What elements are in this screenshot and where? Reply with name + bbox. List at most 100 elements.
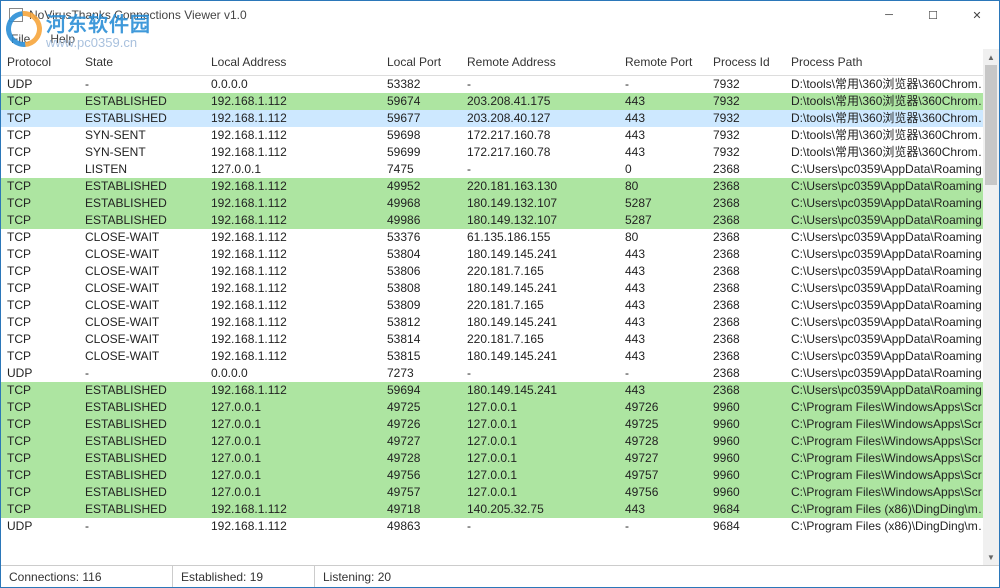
col-state[interactable]: State bbox=[79, 49, 205, 76]
table-row[interactable]: TCPESTABLISHED127.0.0.149726127.0.0.1497… bbox=[1, 416, 999, 433]
cell-lport: 53806 bbox=[381, 263, 461, 280]
cell-lport: 53808 bbox=[381, 280, 461, 297]
cell-lport: 53812 bbox=[381, 314, 461, 331]
table-row[interactable]: TCPCLOSE-WAIT192.168.1.11253812180.149.1… bbox=[1, 314, 999, 331]
table-row[interactable]: UDP-192.168.1.11249863--9684C:\Program F… bbox=[1, 518, 999, 535]
cell-state: ESTABLISHED bbox=[79, 450, 205, 467]
table-row[interactable]: TCPCLOSE-WAIT192.168.1.1125337661.135.18… bbox=[1, 229, 999, 246]
cell-rport: 443 bbox=[619, 382, 707, 399]
scroll-down-icon[interactable]: ▼ bbox=[983, 549, 999, 565]
col-process-path[interactable]: Process Path bbox=[785, 49, 999, 76]
cell-laddr: 192.168.1.112 bbox=[205, 382, 381, 399]
cell-laddr: 127.0.0.1 bbox=[205, 467, 381, 484]
cell-raddr: 61.135.186.155 bbox=[461, 229, 619, 246]
vertical-scrollbar[interactable]: ▲ ▼ bbox=[983, 49, 999, 565]
table-row[interactable]: TCPCLOSE-WAIT192.168.1.11253806220.181.7… bbox=[1, 263, 999, 280]
table-row[interactable]: TCPCLOSE-WAIT192.168.1.11253814220.181.7… bbox=[1, 331, 999, 348]
table-row[interactable]: TCPCLOSE-WAIT192.168.1.11253809220.181.7… bbox=[1, 297, 999, 314]
cell-path: C:\Users\pc0359\AppData\Roaming\baidu\Ba… bbox=[785, 382, 999, 399]
cell-state: ESTABLISHED bbox=[79, 110, 205, 127]
cell-laddr: 127.0.0.1 bbox=[205, 433, 381, 450]
col-local-port[interactable]: Local Port bbox=[381, 49, 461, 76]
close-button[interactable]: ✕ bbox=[955, 1, 999, 29]
table-row[interactable]: TCPLISTEN127.0.0.17475-02368C:\Users\pc0… bbox=[1, 161, 999, 178]
table-row[interactable]: TCPESTABLISHED127.0.0.149728127.0.0.1497… bbox=[1, 450, 999, 467]
cell-proto: TCP bbox=[1, 433, 79, 450]
cell-raddr: 220.181.163.130 bbox=[461, 178, 619, 195]
scroll-track[interactable] bbox=[983, 65, 999, 549]
cell-pid: 7932 bbox=[707, 127, 785, 144]
cell-raddr: 127.0.0.1 bbox=[461, 416, 619, 433]
cell-proto: TCP bbox=[1, 195, 79, 212]
cell-path: D:\tools\常用\360浏览器\360Chrome\Chrome... bbox=[785, 76, 999, 94]
cell-state: - bbox=[79, 518, 205, 535]
table-row[interactable]: TCPSYN-SENT192.168.1.11259699172.217.160… bbox=[1, 144, 999, 161]
cell-lport: 53382 bbox=[381, 76, 461, 94]
cell-raddr: 172.217.160.78 bbox=[461, 127, 619, 144]
table-row[interactable]: UDP-0.0.0.053382--7932D:\tools\常用\360浏览器… bbox=[1, 76, 999, 94]
cell-path: C:\Program Files (x86)\DingDing\main\cur… bbox=[785, 501, 999, 518]
col-process-id[interactable]: Process Id bbox=[707, 49, 785, 76]
titlebar[interactable]: NoVirusThanks Connections Viewer v1.0 ─ … bbox=[1, 1, 999, 29]
cell-proto: TCP bbox=[1, 127, 79, 144]
minimize-button[interactable]: ─ bbox=[867, 1, 911, 29]
table-row[interactable]: TCPESTABLISHED192.168.1.11249718140.205.… bbox=[1, 501, 999, 518]
cell-pid: 9684 bbox=[707, 501, 785, 518]
table-header-row: Protocol State Local Address Local Port … bbox=[1, 49, 999, 76]
cell-proto: TCP bbox=[1, 161, 79, 178]
scroll-thumb[interactable] bbox=[985, 65, 997, 185]
cell-proto: TCP bbox=[1, 246, 79, 263]
cell-path: C:\Users\pc0359\AppData\Roaming\baidu\Ba… bbox=[785, 263, 999, 280]
cell-state: ESTABLISHED bbox=[79, 399, 205, 416]
cell-laddr: 192.168.1.112 bbox=[205, 195, 381, 212]
cell-state: ESTABLISHED bbox=[79, 433, 205, 450]
cell-rport: 443 bbox=[619, 501, 707, 518]
table-row[interactable]: TCPCLOSE-WAIT192.168.1.11253804180.149.1… bbox=[1, 246, 999, 263]
cell-path: C:\Program Files\WindowsApps\Screenovate… bbox=[785, 399, 999, 416]
table-row[interactable]: TCPCLOSE-WAIT192.168.1.11253808180.149.1… bbox=[1, 280, 999, 297]
cell-lport: 49725 bbox=[381, 399, 461, 416]
table-row[interactable]: TCPESTABLISHED192.168.1.11259677203.208.… bbox=[1, 110, 999, 127]
cell-raddr: 203.208.41.175 bbox=[461, 93, 619, 110]
cell-proto: TCP bbox=[1, 93, 79, 110]
table-row[interactable]: TCPESTABLISHED127.0.0.149727127.0.0.1497… bbox=[1, 433, 999, 450]
cell-proto: TCP bbox=[1, 331, 79, 348]
cell-pid: 2368 bbox=[707, 195, 785, 212]
cell-rport: 443 bbox=[619, 297, 707, 314]
table-row[interactable]: TCPESTABLISHED192.168.1.11249986180.149.… bbox=[1, 212, 999, 229]
table-row[interactable]: TCPESTABLISHED192.168.1.11249968180.149.… bbox=[1, 195, 999, 212]
col-remote-address[interactable]: Remote Address bbox=[461, 49, 619, 76]
menu-file[interactable]: File bbox=[7, 31, 34, 47]
cell-proto: UDP bbox=[1, 365, 79, 382]
cell-proto: TCP bbox=[1, 484, 79, 501]
cell-rport: 49725 bbox=[619, 416, 707, 433]
cell-lport: 7475 bbox=[381, 161, 461, 178]
table-row[interactable]: TCPESTABLISHED192.168.1.11259694180.149.… bbox=[1, 382, 999, 399]
col-remote-port[interactable]: Remote Port bbox=[619, 49, 707, 76]
table-row[interactable]: TCPESTABLISHED127.0.0.149725127.0.0.1497… bbox=[1, 399, 999, 416]
cell-proto: TCP bbox=[1, 467, 79, 484]
cell-proto: TCP bbox=[1, 416, 79, 433]
table-row[interactable]: TCPESTABLISHED127.0.0.149757127.0.0.1497… bbox=[1, 484, 999, 501]
table-row[interactable]: TCPESTABLISHED192.168.1.11259674203.208.… bbox=[1, 93, 999, 110]
cell-pid: 9960 bbox=[707, 450, 785, 467]
table-row[interactable]: TCPCLOSE-WAIT192.168.1.11253815180.149.1… bbox=[1, 348, 999, 365]
cell-laddr: 192.168.1.112 bbox=[205, 263, 381, 280]
table-row[interactable]: UDP-0.0.0.07273--2368C:\Users\pc0359\App… bbox=[1, 365, 999, 382]
maximize-button[interactable]: ☐ bbox=[911, 1, 955, 29]
cell-rport: 5287 bbox=[619, 195, 707, 212]
cell-lport: 49863 bbox=[381, 518, 461, 535]
table-row[interactable]: TCPSYN-SENT192.168.1.11259698172.217.160… bbox=[1, 127, 999, 144]
cell-rport: 5287 bbox=[619, 212, 707, 229]
menu-help[interactable]: Help bbox=[46, 31, 79, 47]
table-row[interactable]: TCPESTABLISHED127.0.0.149756127.0.0.1497… bbox=[1, 467, 999, 484]
table-row[interactable]: TCPESTABLISHED192.168.1.11249952220.181.… bbox=[1, 178, 999, 195]
cell-state: - bbox=[79, 76, 205, 94]
col-local-address[interactable]: Local Address bbox=[205, 49, 381, 76]
scroll-up-icon[interactable]: ▲ bbox=[983, 49, 999, 65]
cell-lport: 49986 bbox=[381, 212, 461, 229]
cell-state: ESTABLISHED bbox=[79, 195, 205, 212]
col-protocol[interactable]: Protocol bbox=[1, 49, 79, 76]
cell-lport: 59694 bbox=[381, 382, 461, 399]
cell-pid: 2368 bbox=[707, 314, 785, 331]
